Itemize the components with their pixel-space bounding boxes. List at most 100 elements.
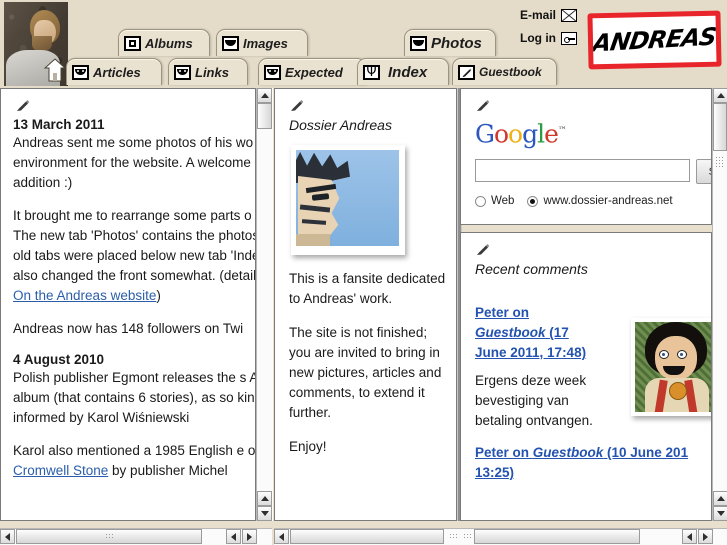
email-link[interactable]: E-mail bbox=[520, 8, 577, 22]
recent-comments-title: Recent comments bbox=[475, 261, 588, 277]
radio-site[interactable] bbox=[527, 195, 539, 207]
scroll-down-button-upper[interactable] bbox=[713, 491, 727, 506]
right-column-hscrollbar[interactable] bbox=[460, 528, 727, 545]
login-link-label: Log in bbox=[520, 31, 556, 45]
tab-guestbook-label: Guestbook bbox=[479, 65, 542, 79]
scroll-down-button-upper[interactable] bbox=[257, 491, 272, 506]
entry-paragraph-text: It brought me to rearrange some parts o … bbox=[13, 208, 256, 283]
tab-expected[interactable]: Expected bbox=[258, 58, 366, 85]
arrow-down-icon bbox=[716, 511, 725, 516]
comment-link[interactable]: Peter on Guestbook (10 June 201 13:25) bbox=[475, 445, 688, 480]
dossier-paragraph: The site is not finished; you are invite… bbox=[289, 325, 442, 420]
search-button[interactable]: S bbox=[695, 159, 711, 185]
avatar-medallion bbox=[669, 382, 687, 400]
tab-albums-label: Albums bbox=[145, 35, 193, 51]
comment-item: Peter on Guestbook (10 June 201 13:25) bbox=[475, 443, 711, 483]
radio-site-label: www.dossier-andreas.net bbox=[543, 195, 673, 208]
scroll-left-button[interactable] bbox=[0, 529, 15, 544]
entry-paragraph-text: Karol also mentioned a 1985 English e of bbox=[13, 443, 256, 458]
comment-link[interactable]: Peter on Guestbook (17 June 2011, 17:48) bbox=[475, 305, 586, 360]
middle-column-hscrollbar[interactable] bbox=[274, 528, 460, 545]
tab-links[interactable]: Links bbox=[168, 58, 248, 85]
login-link[interactable]: Log in bbox=[520, 31, 577, 45]
entry-date: 4 August 2010 bbox=[13, 352, 105, 367]
scroll-up-button[interactable] bbox=[257, 88, 272, 103]
edit-pen-icon[interactable] bbox=[289, 99, 305, 113]
site-logo[interactable]: ANDREAS bbox=[587, 10, 722, 70]
scroll-down-button[interactable] bbox=[713, 506, 727, 521]
tab-articles[interactable]: Articles bbox=[66, 58, 162, 85]
tab-index[interactable]: Ψ Index bbox=[357, 58, 449, 85]
google-logo-e: e bbox=[544, 119, 559, 149]
tab-albums[interactable]: Albums bbox=[118, 29, 210, 56]
edit-pen-icon[interactable] bbox=[15, 99, 31, 113]
entry-link-tail: ) bbox=[156, 288, 161, 303]
arrow-right-icon bbox=[247, 532, 252, 541]
avatar-background bbox=[635, 322, 711, 412]
radio-web[interactable] bbox=[475, 195, 486, 207]
avatar-eye-left bbox=[659, 350, 669, 359]
comment-item: Peter on Guestbook (17 June 2011, 17:48) bbox=[475, 303, 597, 363]
scroll-down-button[interactable] bbox=[257, 506, 272, 521]
scroll-thumb[interactable] bbox=[257, 103, 272, 129]
scroll-thumb[interactable] bbox=[16, 529, 202, 544]
tab-expected-label: Expected bbox=[285, 64, 343, 80]
google-search-panel: Google™ S Web www.dossier-andreas.net bbox=[460, 88, 712, 225]
news-column-content: 13 March 2011 Andreas sent me some photo… bbox=[1, 89, 256, 494]
scroll-left-button[interactable] bbox=[682, 529, 697, 544]
scroll-grip bbox=[104, 533, 114, 540]
scroll-thumb[interactable] bbox=[713, 103, 727, 151]
tab-images[interactable]: Images bbox=[216, 29, 308, 56]
scroll-thumb[interactable] bbox=[474, 529, 640, 544]
entry-link-tail: by publisher Michel bbox=[108, 463, 228, 478]
google-widget: Google™ S Web www.dossier-andreas.net bbox=[475, 117, 711, 208]
scroll-grip bbox=[715, 156, 724, 168]
dossier-column-content: Dossier Andreas This is a fansite dedica… bbox=[275, 89, 456, 471]
arrow-up-icon bbox=[260, 496, 269, 501]
comment-target: Guestbook bbox=[532, 445, 604, 460]
entry-paragraph: Karol also mentioned a 1985 English e of… bbox=[13, 441, 256, 481]
header-links: E-mail Log in bbox=[520, 8, 577, 54]
search-scope-radios: Web www.dossier-andreas.net bbox=[475, 195, 711, 208]
comment-author: Peter on bbox=[475, 305, 530, 320]
left-column-hscrollbar[interactable] bbox=[0, 528, 272, 545]
psi-icon: Ψ bbox=[363, 64, 380, 80]
scroll-up-button[interactable] bbox=[713, 88, 727, 103]
scroll-right-button[interactable] bbox=[242, 529, 257, 544]
dossier-title: Dossier Andreas bbox=[289, 117, 392, 133]
left-column-vscrollbar[interactable] bbox=[256, 88, 273, 521]
scroll-right-button-inner[interactable] bbox=[226, 529, 241, 544]
tab-images-label: Images bbox=[243, 35, 288, 51]
entry-link[interactable]: Cromwell Stone bbox=[13, 463, 108, 478]
radio-web-label: Web bbox=[491, 195, 515, 208]
scroll-thumb[interactable] bbox=[290, 529, 444, 544]
mask-icon bbox=[222, 35, 239, 51]
search-input[interactable] bbox=[475, 159, 690, 183]
right-column-vscrollbar[interactable] bbox=[712, 88, 727, 521]
avatar-eye-right bbox=[677, 350, 687, 359]
entry-paragraph: Andreas sent me some photos of his wo en… bbox=[13, 135, 254, 190]
edit-pen-icon[interactable] bbox=[475, 99, 491, 113]
scroll-right-button[interactable] bbox=[698, 529, 713, 544]
google-logo-o2: o bbox=[508, 119, 523, 149]
envelope-icon bbox=[561, 8, 577, 22]
arrow-left-icon bbox=[687, 532, 692, 541]
scroll-grip bbox=[463, 533, 472, 540]
tab-photos[interactable]: Photos bbox=[404, 29, 496, 56]
entry-date: 13 March 2011 bbox=[13, 117, 105, 132]
mask-icon bbox=[410, 35, 427, 51]
google-logo-o1: o bbox=[493, 119, 509, 149]
mask-icon bbox=[174, 64, 191, 80]
arrow-left-icon bbox=[279, 532, 284, 541]
comic-neck bbox=[296, 234, 330, 246]
email-link-label: E-mail bbox=[519, 8, 556, 22]
andreas-comic-portrait bbox=[291, 145, 405, 255]
edit-pen-icon[interactable] bbox=[475, 243, 491, 257]
entry-paragraph: It brought me to rearrange some parts o … bbox=[13, 206, 256, 306]
entry-link[interactable]: On the Andreas website bbox=[13, 288, 156, 303]
square-icon bbox=[124, 35, 141, 51]
google-logo-g1: G bbox=[475, 119, 495, 149]
tab-index-label: Index bbox=[388, 63, 428, 81]
scroll-left-button[interactable] bbox=[274, 529, 289, 544]
tab-guestbook[interactable]: Guestbook bbox=[452, 58, 557, 85]
